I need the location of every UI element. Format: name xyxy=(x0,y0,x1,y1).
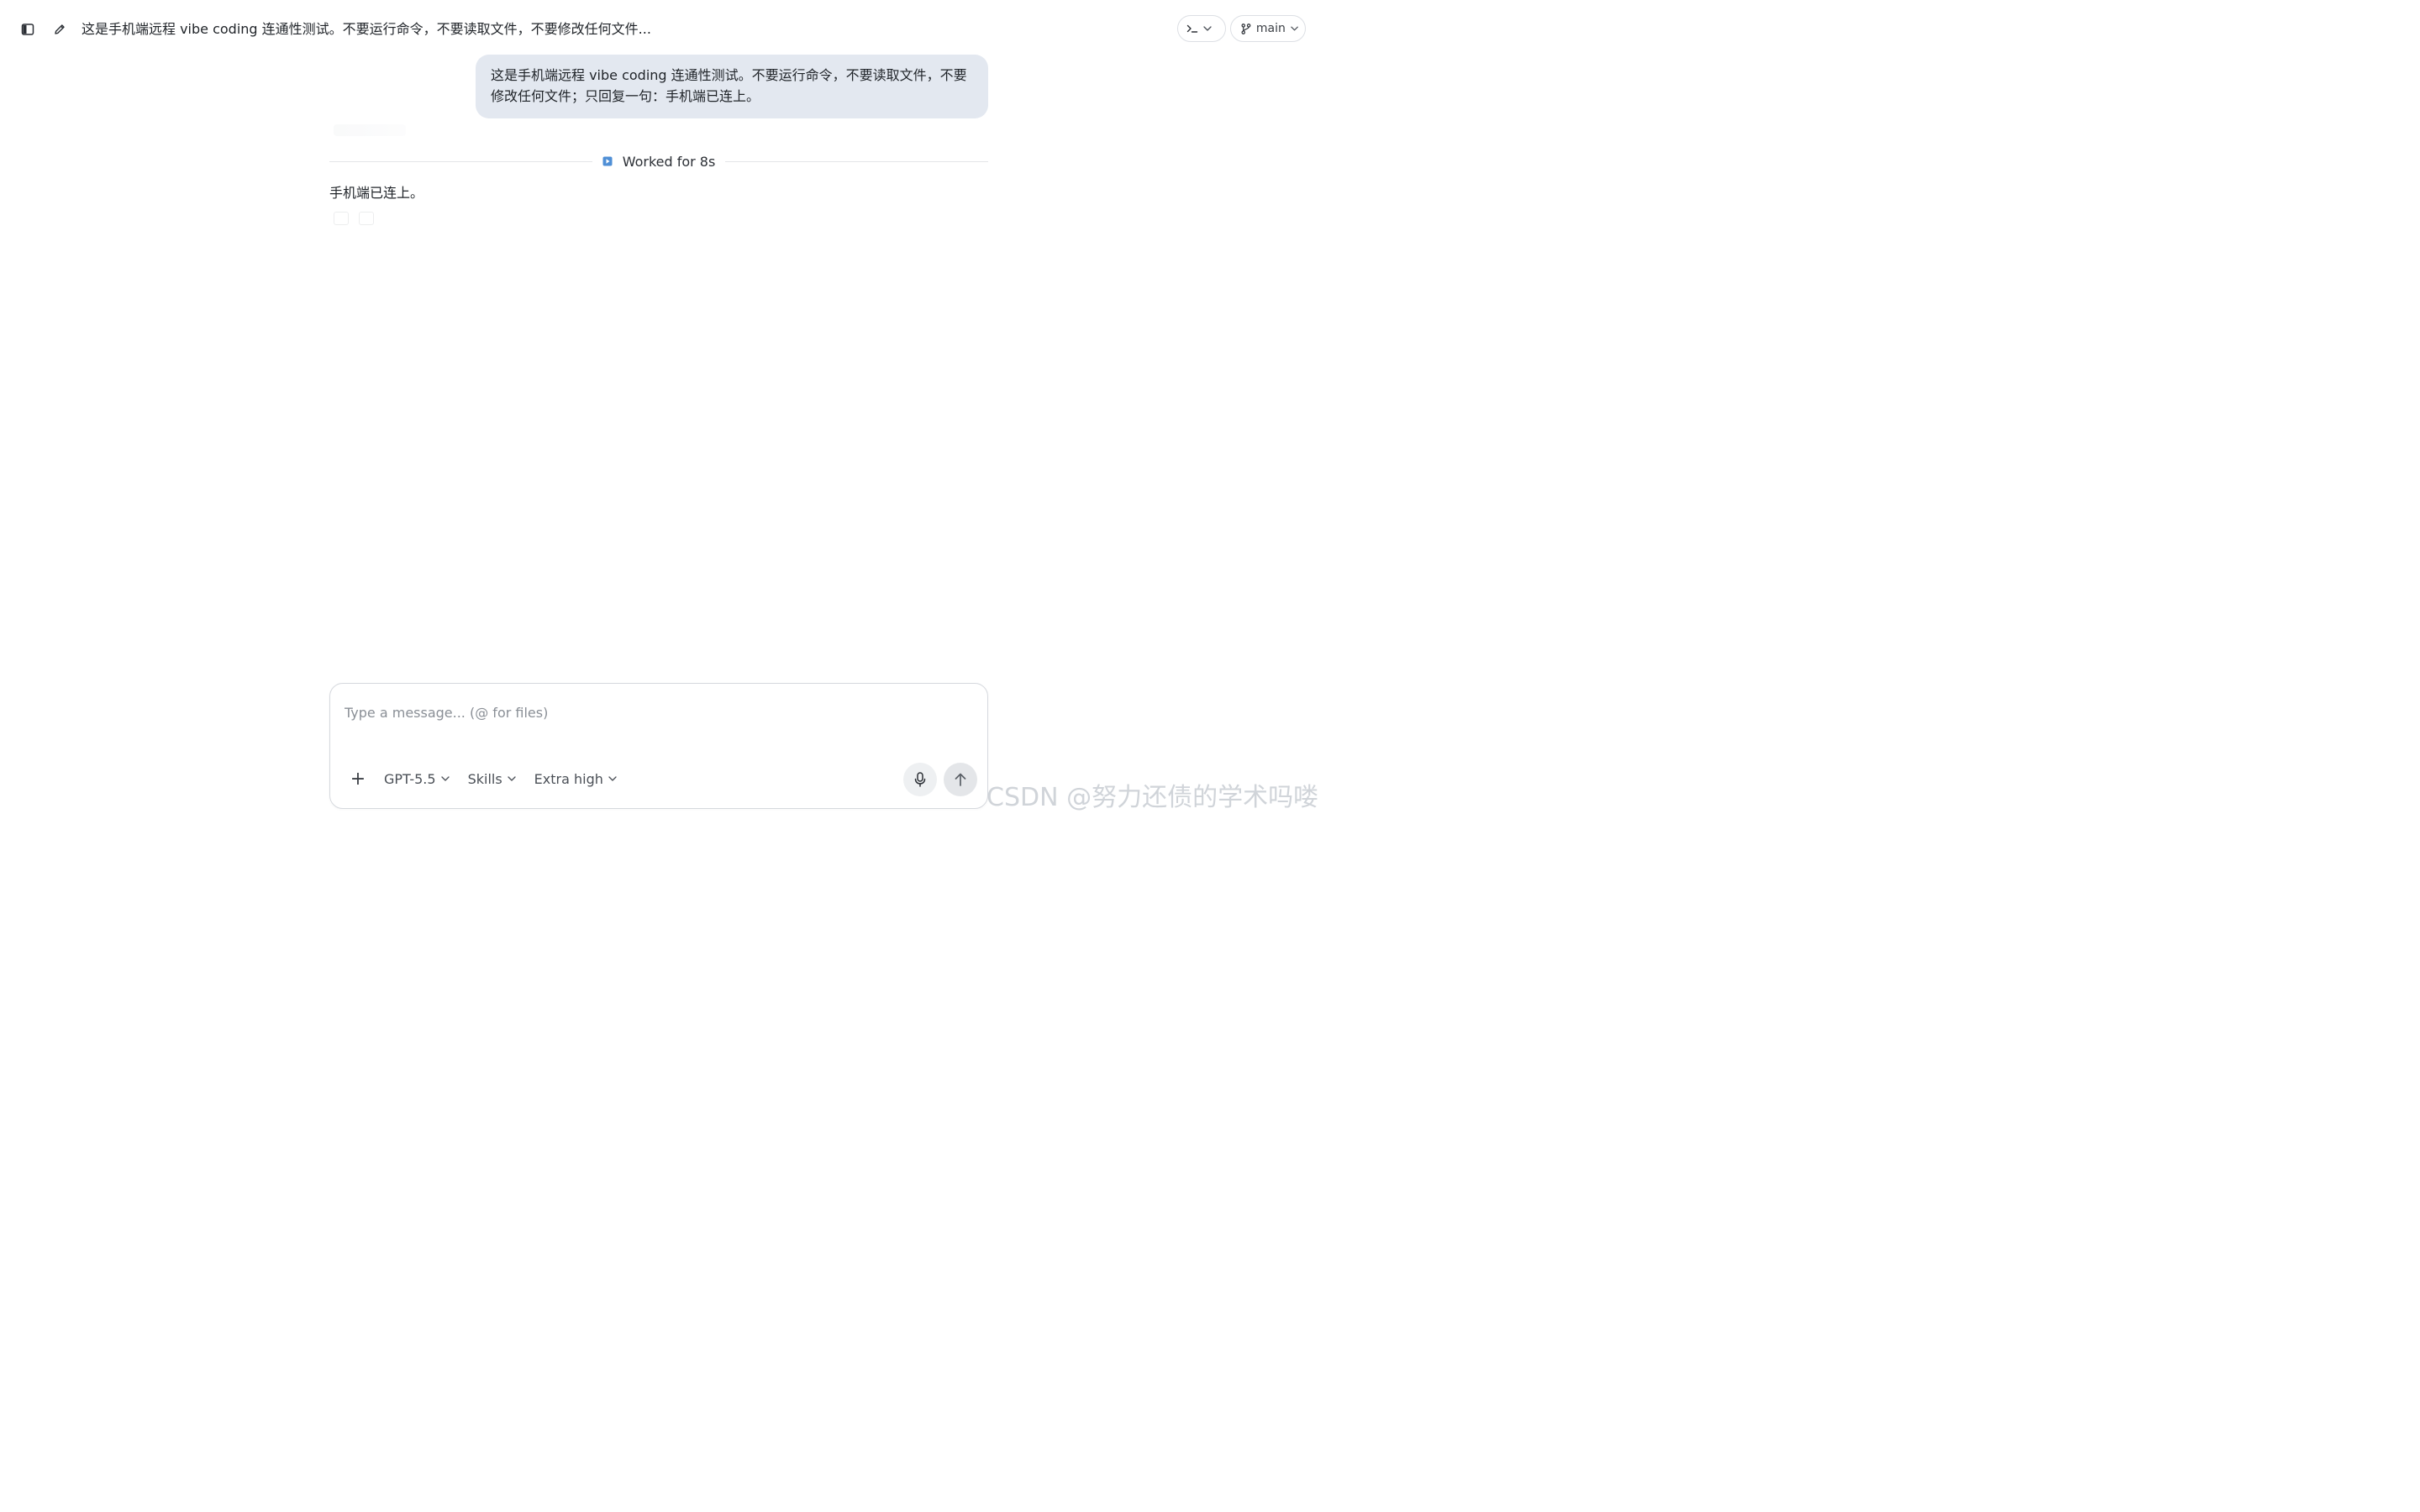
faded-message-meta xyxy=(334,124,406,136)
thread-title: 这是手机端远程 vibe coding 连通性测试。不要运行命令，不要读取文件，… xyxy=(82,21,651,37)
message-input[interactable] xyxy=(345,699,966,726)
top-bar: 这是手机端远程 vibe coding 连通性测试。不要运行命令，不要读取文件，… xyxy=(0,0,1318,57)
model-label: GPT-5.5 xyxy=(384,770,436,787)
csdn-watermark: CSDN @努力还债的学术吗喽 xyxy=(986,783,1318,812)
worked-summary[interactable]: Worked for 8s xyxy=(592,154,726,170)
send-button[interactable] xyxy=(944,763,977,796)
chevron-down-icon xyxy=(1203,26,1212,31)
app-window: 这是手机端远程 vibe coding 连通性测试。不要运行命令，不要读取文件，… xyxy=(0,0,1318,823)
branch-dropdown[interactable]: main xyxy=(1230,15,1306,42)
worked-label: Worked for 8s xyxy=(622,153,716,170)
message-composer: + GPT-5.5 Skills Extra high xyxy=(329,683,988,809)
new-chat-button[interactable] xyxy=(48,18,71,41)
play-icon xyxy=(602,156,613,166)
skills-dropdown[interactable]: Skills xyxy=(468,771,516,787)
worked-divider[interactable]: Worked for 8s xyxy=(329,151,989,171)
branch-label: main xyxy=(1255,22,1286,35)
sidebar-panel-icon xyxy=(21,24,34,35)
chevron-down-icon xyxy=(440,776,450,781)
pencil-icon xyxy=(55,24,65,34)
terminal-prompt-icon xyxy=(1186,24,1198,33)
message-actions xyxy=(334,212,374,225)
effort-label: Extra high xyxy=(534,770,603,787)
thumb-up-icon[interactable] xyxy=(334,212,349,225)
user-message-bubble: 这是手机端远程 vibe coding 连通性测试。不要运行命令，不要读取文件，… xyxy=(476,55,988,118)
add-attachment-button[interactable]: + xyxy=(347,768,369,790)
chevron-down-icon xyxy=(608,776,617,781)
composer-toolbar: + GPT-5.5 Skills Extra high xyxy=(347,764,635,793)
copy-icon[interactable] xyxy=(359,212,374,225)
divider-line xyxy=(329,160,592,162)
skills-label: Skills xyxy=(467,770,502,787)
model-dropdown[interactable]: GPT-5.5 xyxy=(384,771,450,787)
chevron-down-icon xyxy=(1291,26,1298,31)
divider-line xyxy=(725,160,989,162)
terminal-dropdown[interactable] xyxy=(1177,15,1226,42)
chevron-down-icon xyxy=(508,776,516,781)
git-branch-icon xyxy=(1241,23,1251,34)
voice-input-button[interactable] xyxy=(903,763,937,796)
arrow-up-icon xyxy=(955,773,966,786)
microphone-icon xyxy=(914,772,926,787)
reasoning-effort-dropdown[interactable]: Extra high xyxy=(534,771,617,787)
sidebar-toggle-button[interactable] xyxy=(16,18,39,41)
assistant-message: 手机端已连上。 xyxy=(329,185,424,201)
